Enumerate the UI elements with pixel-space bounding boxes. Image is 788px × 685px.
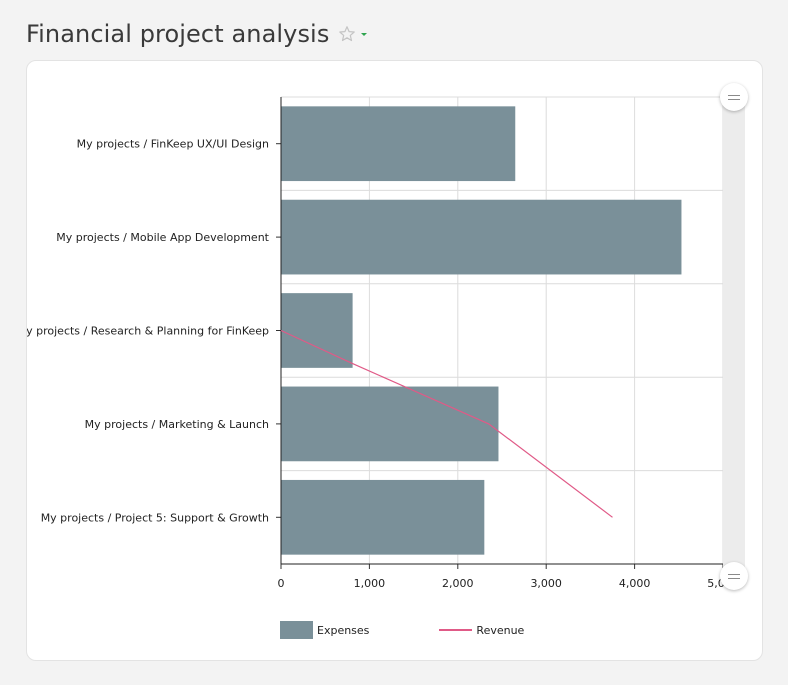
bar-expenses[interactable] [281,479,485,555]
chart-legend: Expenses Revenue [280,621,524,639]
legend-swatch-revenue [439,629,473,631]
y-tick-label: My projects / Project 5: Support & Growt… [41,511,269,524]
scrollbar-bottom-handle[interactable] [720,562,748,590]
x-tick-label: 4,000 [619,577,651,590]
x-tick-label: 0 [278,577,285,590]
x-tick-label: 3,000 [530,577,562,590]
legend-swatch-expenses [280,621,313,639]
x-tick-label: 2,000 [442,577,474,590]
legend-item-revenue[interactable]: Revenue [439,624,524,637]
y-tick-label: My projects / FinKeep UX/UI Design [77,138,269,151]
legend-item-expenses[interactable]: Expenses [280,621,369,639]
bar-expenses[interactable] [281,199,682,275]
grip-icon [728,573,740,579]
legend-label-revenue: Revenue [476,623,525,637]
x-tick-label: 1,000 [354,577,386,590]
chevron-down-icon[interactable] [358,28,370,40]
grip-icon [728,94,740,100]
page-title: Financial project analysis [26,20,330,48]
scrollbar-track[interactable] [723,97,745,577]
chart-card: My projects / FinKeep UX/UI Design My pro… [26,60,763,661]
legend-label-expenses: Expenses [317,623,370,637]
star-outline-icon[interactable] [338,25,356,43]
y-tick-label: My projects / Mobile App Development [56,231,269,244]
y-tick-label: My projects / Research & Planning for Fi… [27,325,269,338]
scrollbar-top-handle[interactable] [720,83,748,111]
chart-canvas: My projects / FinKeep UX/UI Design My pro… [27,96,739,590]
bar-expenses[interactable] [281,106,516,182]
bar-expenses[interactable] [281,293,353,368]
bar-expenses[interactable] [281,386,499,462]
page-header: Financial project analysis [26,16,370,52]
y-tick-label: My projects / Marketing & Launch [85,418,269,431]
